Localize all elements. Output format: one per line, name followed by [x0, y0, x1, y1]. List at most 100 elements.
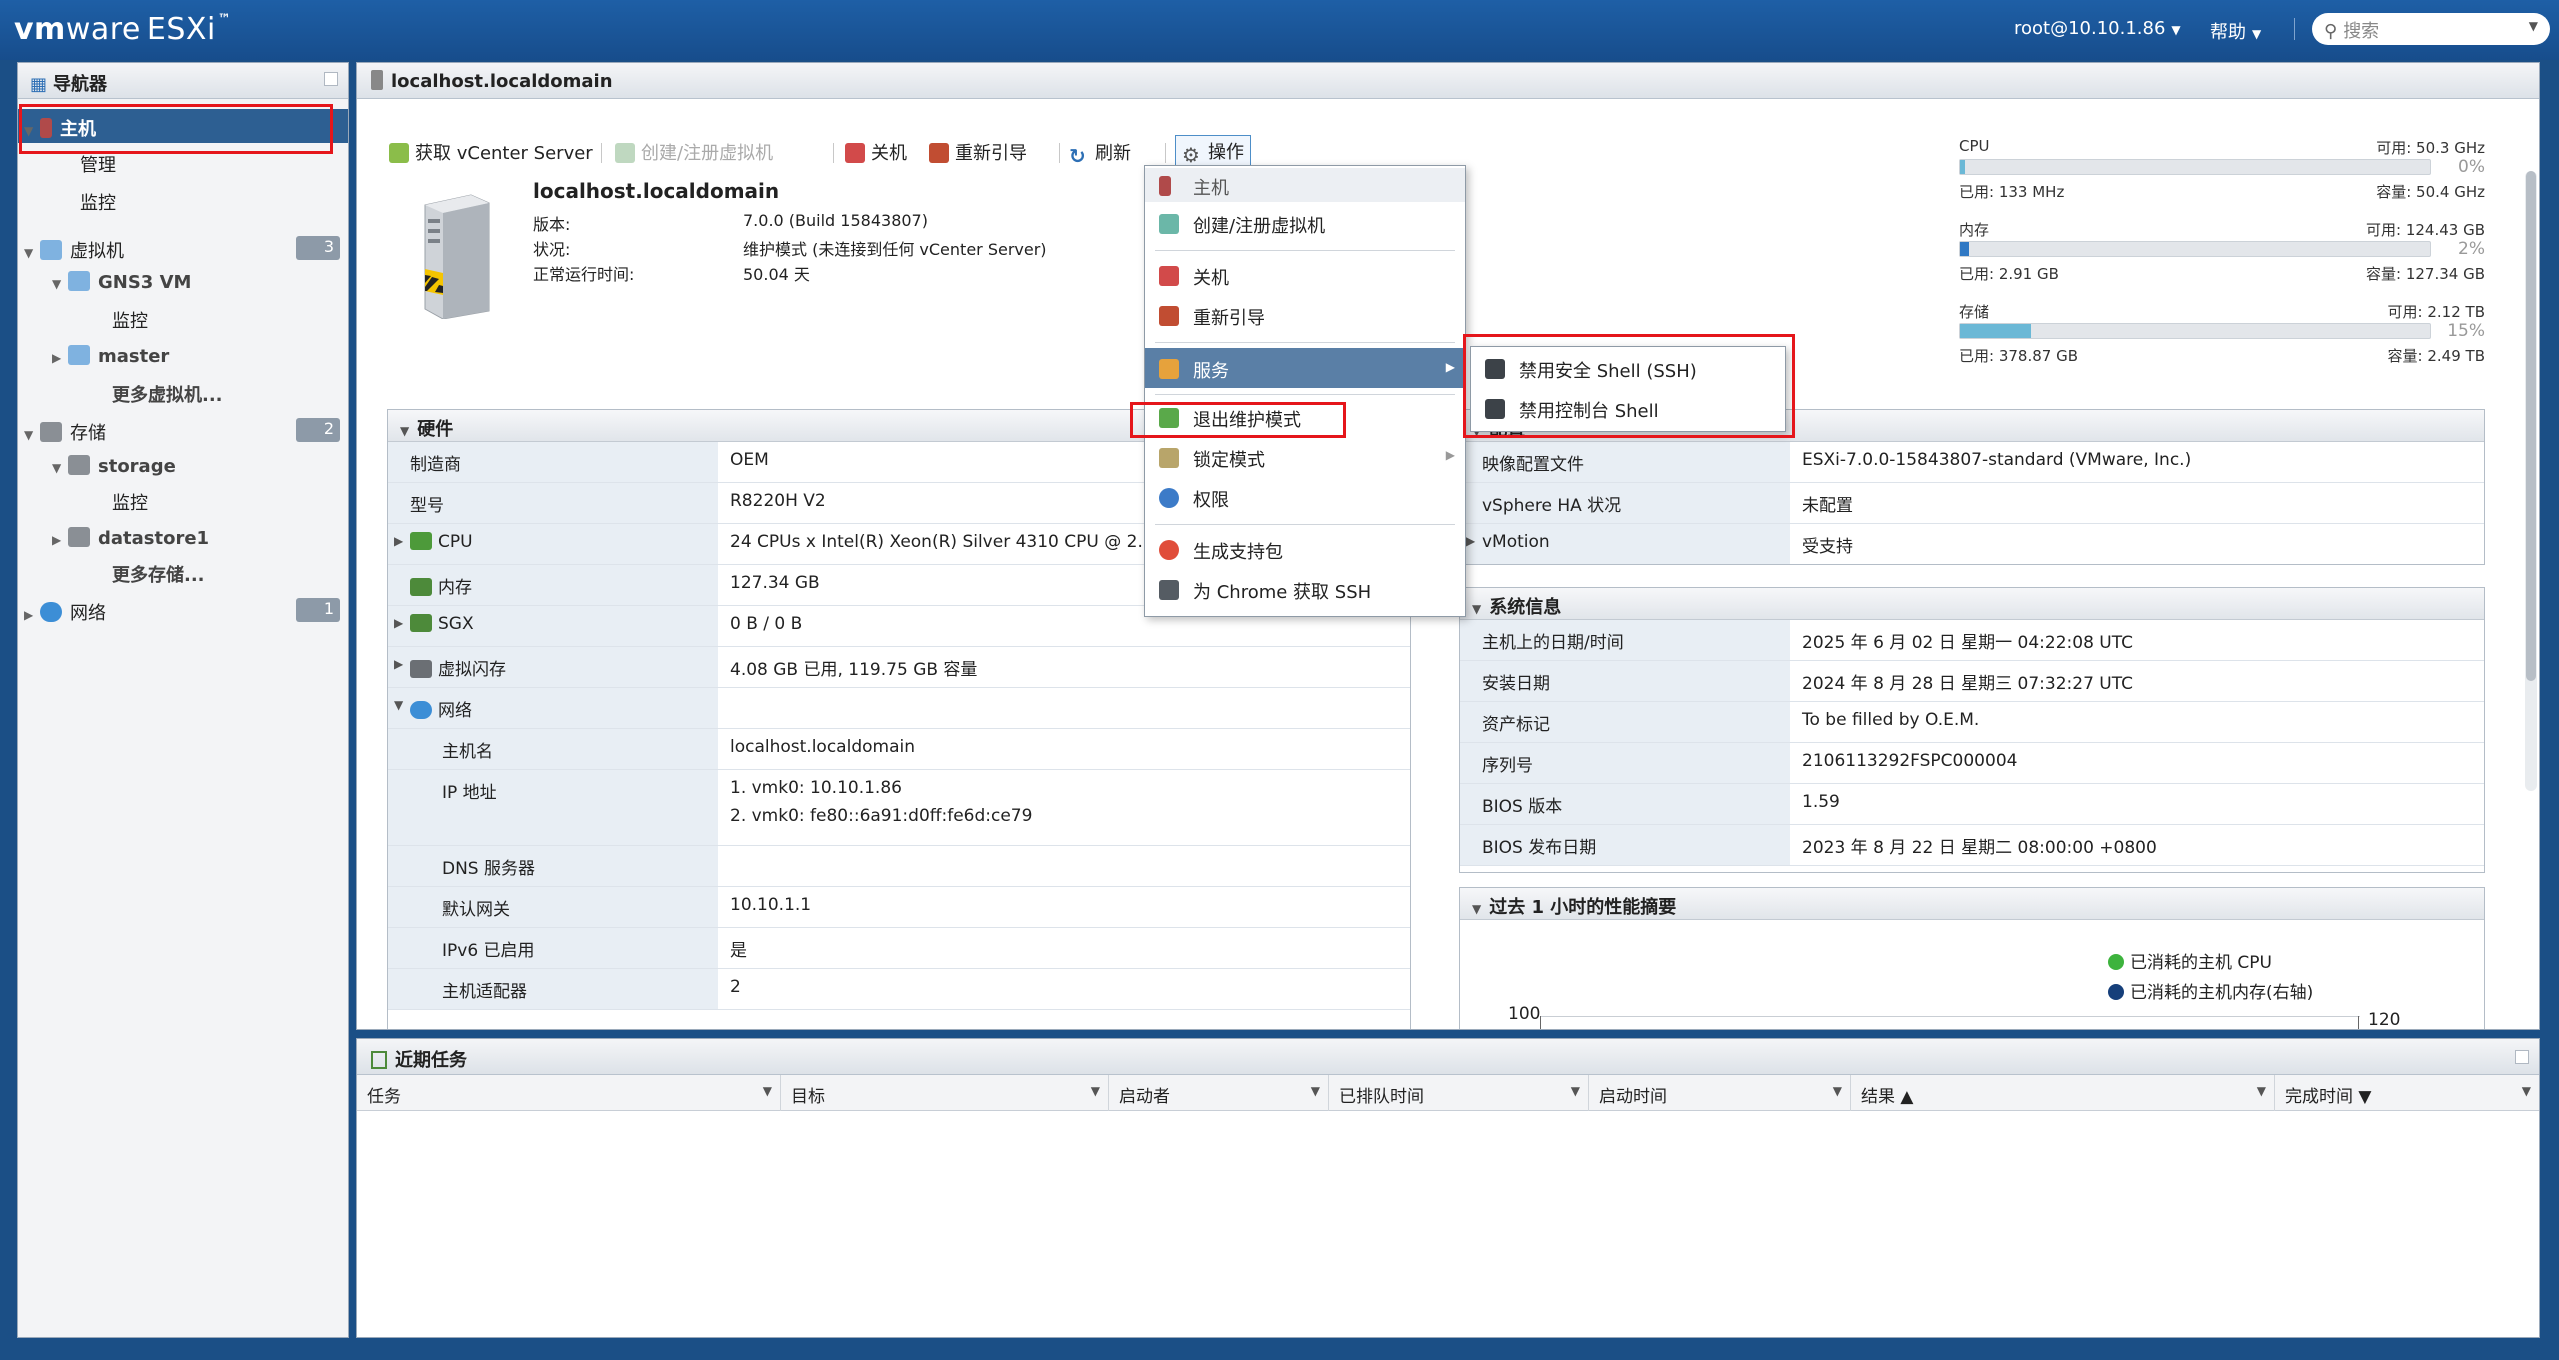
performance-header[interactable]: ▼ 过去 1 小时的性能摘要	[1460, 888, 2484, 920]
menu-item-shutdown[interactable]: 关机	[1145, 258, 1465, 292]
nav-item-master[interactable]: ▶ master	[18, 339, 348, 373]
actions-button[interactable]: ⚙ 操作	[1175, 135, 1251, 167]
collapse-icon: ▼	[1472, 902, 1482, 916]
menu-item-permissions[interactable]: 权限	[1145, 480, 1465, 514]
minimize-icon[interactable]	[2515, 1050, 2529, 1064]
services-icon	[1159, 359, 1179, 379]
menu-item-lockdown[interactable]: 锁定模式 ▶	[1145, 440, 1465, 474]
y-axis-right-label: 120	[2368, 1010, 2401, 1030]
expand-icon[interactable]: ▼	[52, 277, 68, 291]
expand-icon[interactable]: ▶	[394, 657, 403, 671]
memory-icon	[410, 578, 432, 596]
hw-row-dns: DNS 服务器	[388, 846, 1410, 887]
menu-item-create-vm[interactable]: 创建/注册虚拟机	[1145, 206, 1465, 240]
sys-row-datetime: 主机上的日期/时间 2025 年 6 月 02 日 星期一 04:22:08 UT…	[1460, 620, 2484, 661]
expand-icon[interactable]: ▶	[52, 533, 68, 547]
expand-icon[interactable]: ▼	[52, 461, 68, 475]
nav-item-more-vms[interactable]: 更多虚拟机...	[18, 375, 348, 409]
version-label: 版本:	[533, 215, 571, 234]
performance-section: ▼ 过去 1 小时的性能摘要 已消耗的主机 CPU 已消耗的主机内存(右轴) 10…	[1459, 887, 2485, 1030]
reboot-button[interactable]: 重新引导	[929, 139, 1027, 165]
legend-cpu: 已消耗的主机 CPU	[2108, 948, 2272, 973]
col-task[interactable]: 任务 ▼	[357, 1075, 781, 1111]
hw-row-flash[interactable]: ▶ 虚拟闪存 4.08 GB 已用, 119.75 GB 容量	[388, 647, 1410, 688]
create-vm-button[interactable]: 创建/注册虚拟机	[615, 139, 773, 165]
nav-item-more-storage[interactable]: 更多存储...	[18, 555, 348, 589]
col-started[interactable]: 启动时间 ▼	[1589, 1075, 1851, 1111]
col-queued[interactable]: 已排队时间 ▼	[1329, 1075, 1589, 1111]
expand-icon[interactable]: ▼	[24, 246, 40, 260]
chevron-down-icon: ▼	[1570, 1084, 1580, 1098]
minimize-icon[interactable]	[324, 72, 338, 86]
host-icon	[371, 70, 383, 90]
hw-row-network[interactable]: ▼ 网络	[388, 688, 1410, 729]
chevron-down-icon: ▼	[2528, 19, 2538, 33]
get-vcenter-button[interactable]: 获取 vCenter Server	[389, 139, 593, 165]
memory-meter: 内存 可用: 124.43 GB 2% 已用: 2.91 GB 容量: 127.…	[1959, 221, 2485, 283]
help-menu[interactable]: 帮助 ▼	[2210, 18, 2261, 44]
tasks-icon	[371, 1051, 387, 1069]
col-completed[interactable]: 完成时间 ▼ ▼	[2275, 1075, 2539, 1111]
nav-item-datastore1[interactable]: ▶ datastore1	[18, 521, 348, 555]
col-initiator[interactable]: 启动者 ▼	[1109, 1075, 1329, 1111]
nav-item-storage[interactable]: ▼ 存储 2	[18, 413, 348, 447]
expand-icon[interactable]: ▶	[394, 616, 403, 630]
collapse-icon[interactable]: ▼	[394, 698, 403, 712]
menu-item-reboot[interactable]: 重新引导	[1145, 298, 1465, 332]
nav-item-gns3-monitor[interactable]: 监控	[18, 301, 348, 335]
legend-dot	[2108, 954, 2124, 970]
search-input[interactable]: ⚲ 搜索 ▼	[2312, 13, 2550, 45]
nav-item-monitor[interactable]: 监控	[18, 183, 348, 217]
refresh-button[interactable]: ↻ 刷新	[1069, 139, 1131, 168]
vertical-scrollbar[interactable]	[2525, 171, 2537, 791]
nav-item-network[interactable]: ▶ 网络 1	[18, 593, 348, 627]
tasks-header: 近期任务	[357, 1039, 2539, 1075]
meter-fill	[1960, 242, 1970, 256]
col-result[interactable]: 结果 ▲ ▼	[1851, 1075, 2275, 1111]
highlight-box	[1130, 402, 1346, 438]
sys-row-serial: 序列号 2106113292FSPC000004	[1460, 743, 2484, 784]
menu-item-support-bundle[interactable]: 生成支持包	[1145, 532, 1465, 566]
meter-fill	[1960, 324, 2031, 338]
top-bar: vmware ESXi ™ root@10.10.1.86 ▼ 帮助 ▼ ⚲ 搜索 ▼	[0, 0, 2559, 60]
scrollbar-thumb[interactable]	[2526, 171, 2536, 681]
expand-icon[interactable]: ▼	[24, 428, 40, 442]
sysinfo-header[interactable]: ▼ 系统信息	[1460, 588, 2484, 620]
power-off-icon	[845, 143, 865, 163]
uptime-label: 正常运行时间:	[533, 265, 635, 284]
nav-item-storage-monitor[interactable]: 监控	[18, 483, 348, 517]
menu-item-services[interactable]: 服务 ▶	[1145, 348, 1465, 388]
shutdown-button[interactable]: 关机	[845, 139, 907, 165]
datastore-icon	[68, 455, 90, 475]
cpu-icon	[410, 532, 432, 550]
y-axis-right	[2358, 1016, 2359, 1029]
y-axis-left-label: 100	[1508, 1004, 1541, 1024]
expand-icon[interactable]: ▶	[1466, 534, 1475, 548]
power-off-icon	[1159, 266, 1179, 286]
user-menu[interactable]: root@10.10.1.86 ▼	[2014, 18, 2181, 39]
chevron-down-icon: ▼	[1090, 1084, 1100, 1098]
flash-icon	[410, 660, 432, 678]
count-badge: 1	[296, 598, 340, 622]
divider	[1059, 143, 1060, 163]
menu-item-ssh-chrome[interactable]: 为 Chrome 获取 SSH	[1145, 572, 1465, 606]
cfg-row-vmotion[interactable]: ▶ vMotion 受支持	[1460, 524, 2484, 564]
divider	[601, 143, 602, 163]
recent-tasks-panel: 近期任务 任务 ▼ 目标 ▼ 启动者 ▼ 已排队时间 ▼ 启动时间 ▼ 结果 ▲ ▼ 完成时…	[356, 1038, 2540, 1338]
expand-icon[interactable]: ▶	[394, 534, 403, 548]
divider	[833, 143, 834, 163]
nav-item-storage-ds[interactable]: ▼ storage	[18, 449, 348, 483]
nav-item-gns3-vm[interactable]: ▼ GNS3 VM	[18, 265, 348, 299]
nav-item-vms[interactable]: ▼ 虚拟机 3	[18, 231, 348, 265]
divider	[2294, 18, 2295, 40]
terminal-icon	[1159, 580, 1179, 600]
menu-divider	[1155, 250, 1455, 251]
reboot-icon	[929, 143, 949, 163]
host-name: localhost.localdomain	[533, 179, 780, 203]
uptime-value: 50.04 天	[743, 265, 810, 284]
col-target[interactable]: 目标 ▼	[781, 1075, 1109, 1111]
expand-icon[interactable]: ▶	[24, 608, 40, 622]
expand-icon[interactable]: ▶	[52, 351, 68, 365]
vmware-esxi-logo: vmware ESXi ™	[14, 12, 232, 47]
count-badge: 2	[296, 418, 340, 442]
